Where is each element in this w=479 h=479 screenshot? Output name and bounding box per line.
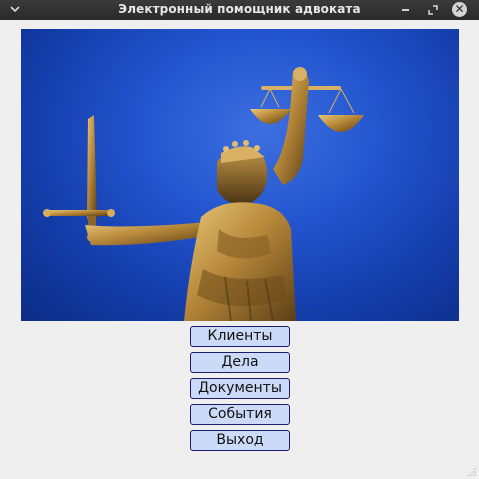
documents-button[interactable]: Документы <box>190 378 290 399</box>
minimize-icon[interactable] <box>400 0 412 20</box>
resize-grip-icon[interactable] <box>467 467 477 477</box>
clients-button[interactable]: Клиенты <box>190 326 290 347</box>
close-icon[interactable]: ✕ <box>452 0 468 20</box>
lady-justice-image <box>21 29 459 321</box>
events-button[interactable]: События <box>190 404 290 425</box>
window-titlebar[interactable]: Электронный помощник адвоката ✕ <box>0 0 479 20</box>
exit-button[interactable]: Выход <box>190 430 290 451</box>
restore-icon[interactable] <box>426 0 440 20</box>
cases-button[interactable]: Дела <box>190 352 290 373</box>
